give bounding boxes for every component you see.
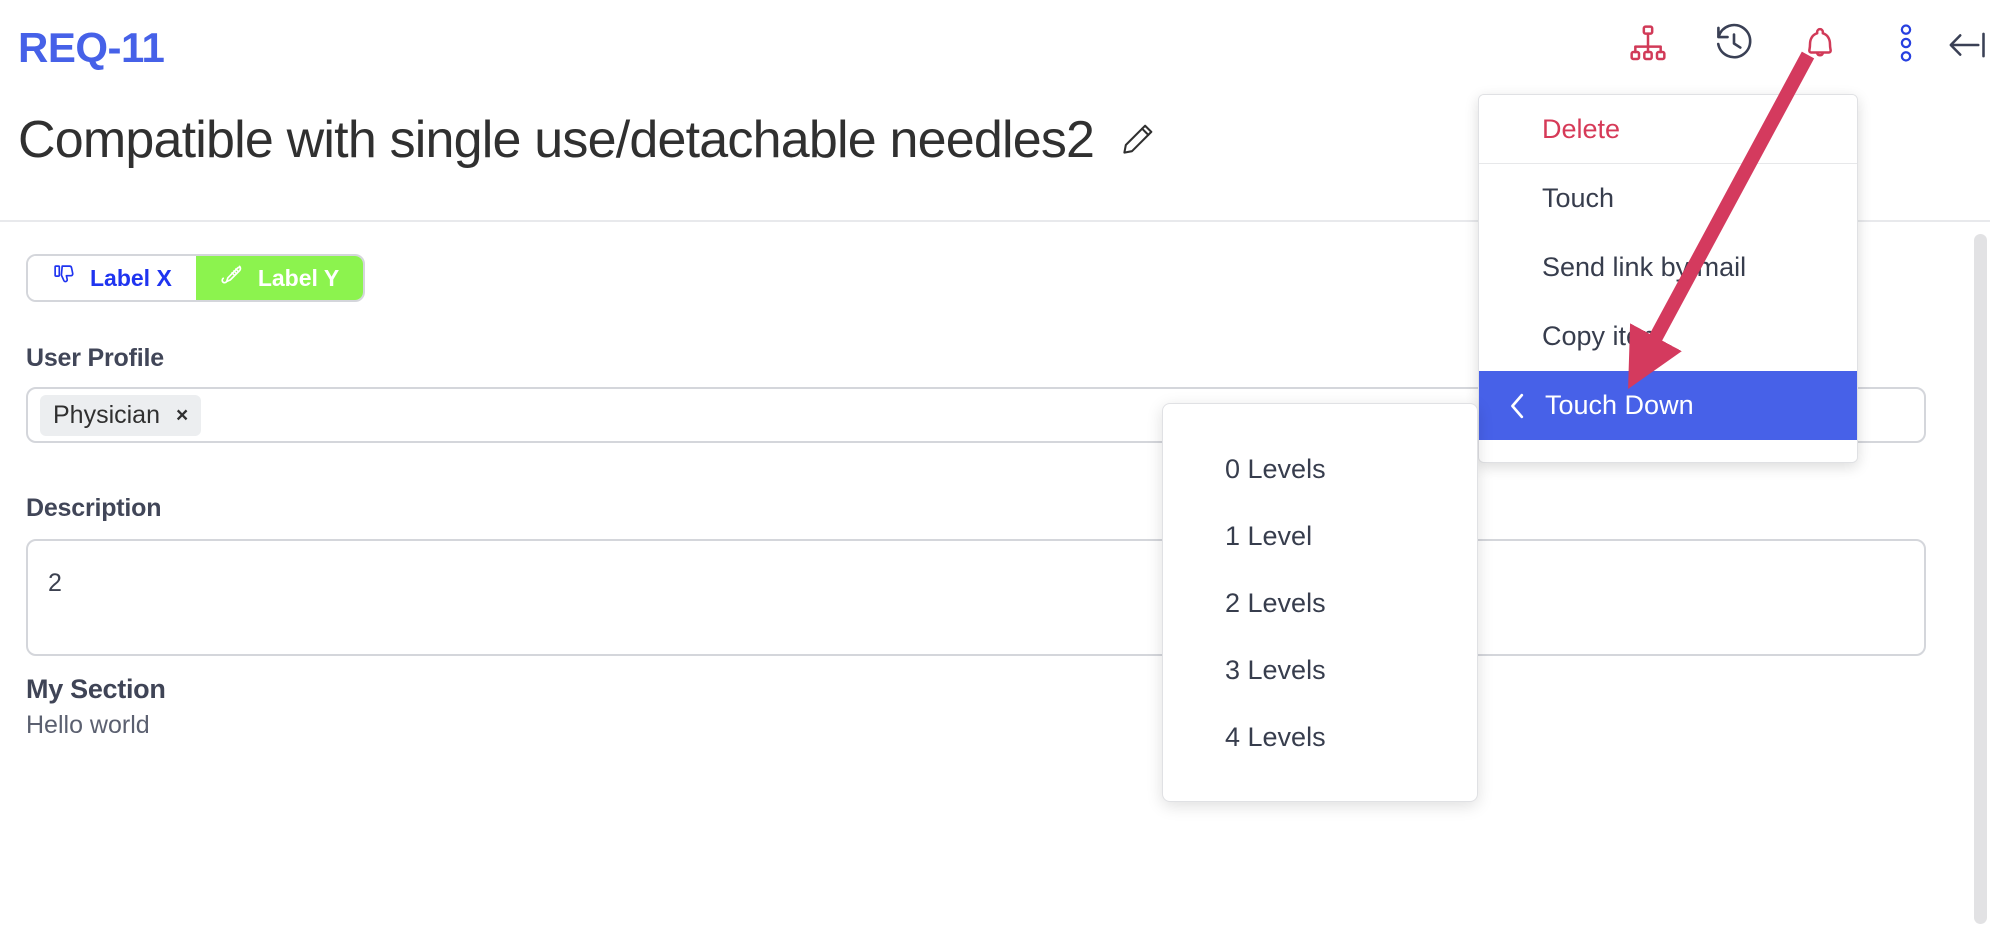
menu-item-send-link-by-mail[interactable]: Send link by mail — [1479, 233, 1857, 302]
my-section: My Section Hello world — [26, 674, 166, 740]
context-menu: Delete Touch Send link by mail Copy item… — [1478, 94, 1858, 463]
hierarchy-icon — [1628, 23, 1668, 66]
pencil-icon — [1119, 120, 1157, 161]
history-button[interactable] — [1712, 22, 1756, 66]
label-chip-y-text: Label Y — [257, 264, 340, 291]
edit-title-button[interactable] — [1116, 118, 1160, 162]
chevron-left-icon — [1507, 392, 1529, 420]
label-chip-y[interactable]: Label Y — [195, 256, 364, 300]
page-requirement-id: REQ-11 — [18, 24, 165, 71]
scrollbar-thumb[interactable] — [1974, 234, 1987, 924]
submenu-item-0-levels[interactable]: 0 Levels — [1163, 436, 1477, 503]
submenu-item-2-levels[interactable]: 2 Levels — [1163, 570, 1477, 637]
hierarchy-button[interactable] — [1626, 22, 1670, 66]
collapse-left-icon — [1946, 28, 1988, 65]
tag-remove-icon[interactable]: × — [176, 405, 188, 426]
more-vertical-icon — [1893, 23, 1919, 66]
menu-item-copy-item[interactable]: Copy item — [1479, 302, 1857, 371]
label-chip-x-text: Label X — [90, 264, 172, 291]
bell-icon — [1800, 23, 1840, 66]
description-label: Description — [26, 494, 162, 522]
my-section-title: My Section — [26, 674, 166, 704]
description-input[interactable] — [26, 539, 1926, 656]
menu-item-touch[interactable]: Touch — [1479, 164, 1857, 233]
history-icon — [1713, 22, 1755, 67]
collapse-panel-button[interactable] — [1944, 24, 1990, 68]
header-icon-cluster — [1626, 22, 1928, 66]
tag-physician[interactable]: Physician × — [40, 394, 202, 436]
label-chip-x[interactable]: Label X — [28, 256, 196, 300]
menu-bottom-padding — [1479, 440, 1857, 462]
menu-item-delete[interactable]: Delete — [1479, 95, 1857, 164]
description-field: Description — [26, 494, 1926, 661]
menu-item-touch-down-text: Touch Down — [1545, 390, 1694, 420]
label-toggle-group: Label X Label Y — [26, 254, 366, 302]
thumbs-down-icon — [52, 263, 77, 294]
more-options-button[interactable] — [1884, 22, 1928, 66]
app-root: REQ-11 Compatible with single use/detach… — [0, 0, 1990, 938]
levels-submenu: 0 Levels 1 Level 2 Levels 3 Levels 4 Lev… — [1162, 403, 1478, 802]
page-title: Compatible with single use/detachable ne… — [18, 111, 1095, 169]
thermometer-icon — [220, 263, 245, 294]
menu-item-touch-down[interactable]: Touch Down — [1479, 371, 1857, 440]
tag-physician-text: Physician — [53, 400, 160, 429]
submenu-item-1-level[interactable]: 1 Level — [1163, 503, 1477, 570]
title-row: Compatible with single use/detachable ne… — [18, 110, 1160, 170]
submenu-item-4-levels[interactable]: 4 Levels — [1163, 704, 1477, 771]
notifications-button[interactable] — [1798, 22, 1842, 66]
submenu-item-3-levels[interactable]: 3 Levels — [1163, 637, 1477, 704]
my-section-text: Hello world — [26, 711, 150, 739]
